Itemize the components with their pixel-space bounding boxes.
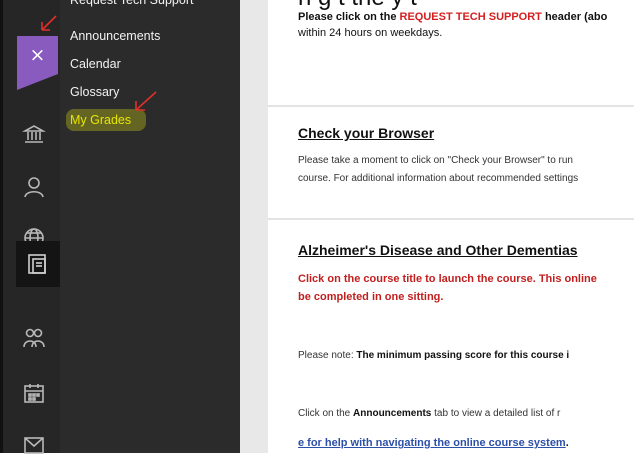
tech-support-text-2: within 24 hours on weekdays.: [298, 27, 443, 39]
passing-score-note: Please note: The minimum passing score f…: [298, 350, 569, 361]
calendar-icon[interactable]: [22, 381, 46, 405]
profile-icon[interactable]: [22, 175, 46, 199]
content-gutter: [240, 0, 268, 453]
check-browser-heading[interactable]: Check your Browser: [298, 125, 434, 141]
rail-edge: [0, 0, 3, 453]
course-menu-panel: Request Tech Support Announcements Calen…: [60, 0, 240, 453]
help-link[interactable]: e for help with navigating the online co…: [298, 437, 566, 449]
menu-item-announcements[interactable]: Announcements: [70, 28, 160, 44]
course-title-heading[interactable]: Alzheimer's Disease and Other Dementias: [298, 242, 578, 258]
ann-suffix: tab to view a detailed list of r: [431, 408, 561, 419]
tech-support-text: Please click on the REQUEST TECH SUPPORT…: [298, 10, 607, 24]
menu-item-label: My Grades: [70, 113, 132, 127]
tech-support-suffix: header (abo: [541, 11, 608, 23]
ann-bold: Announcements: [353, 408, 432, 419]
help-link-line: e for help with navigating the online co…: [298, 437, 569, 449]
divider: [268, 218, 634, 220]
messages-icon[interactable]: [22, 433, 46, 457]
courses-icon[interactable]: [16, 241, 60, 287]
menu-item-glossary[interactable]: Glossary: [70, 84, 119, 100]
tech-support-prefix: Please click on the: [298, 11, 400, 23]
note-bold: The minimum passing score for this cours…: [356, 350, 570, 361]
check-browser-text-1: Please take a moment to click on "Check …: [298, 155, 573, 166]
menu-item-my-grades[interactable]: My Grades: [66, 109, 146, 131]
menu-item-calendar[interactable]: Calendar: [70, 56, 121, 72]
check-browser-text-2: course. For additional information about…: [298, 173, 579, 184]
institution-icon[interactable]: [22, 122, 46, 146]
announcements-note: Click on the Announcements tab to view a…: [298, 408, 560, 419]
note-prefix: Please note:: [298, 350, 357, 361]
help-period: .: [565, 437, 569, 449]
close-menu-button[interactable]: ×: [17, 36, 58, 74]
menu-item-request-tech-support[interactable]: Request Tech Support: [70, 0, 193, 8]
close-icon[interactable]: ×: [17, 36, 58, 74]
close-button-tail: [17, 74, 58, 90]
course-instructions-2: be completed in one sitting.: [298, 291, 444, 303]
divider: [268, 105, 634, 107]
main-content: n g t the y t Please click on the REQUES…: [268, 0, 634, 453]
request-tech-support-link[interactable]: REQUEST TECH SUPPORT: [400, 11, 542, 23]
course-instructions-1: Click on the course title to launch the …: [298, 273, 597, 285]
groups-icon[interactable]: [22, 326, 46, 350]
ann-prefix: Click on the: [298, 408, 354, 419]
